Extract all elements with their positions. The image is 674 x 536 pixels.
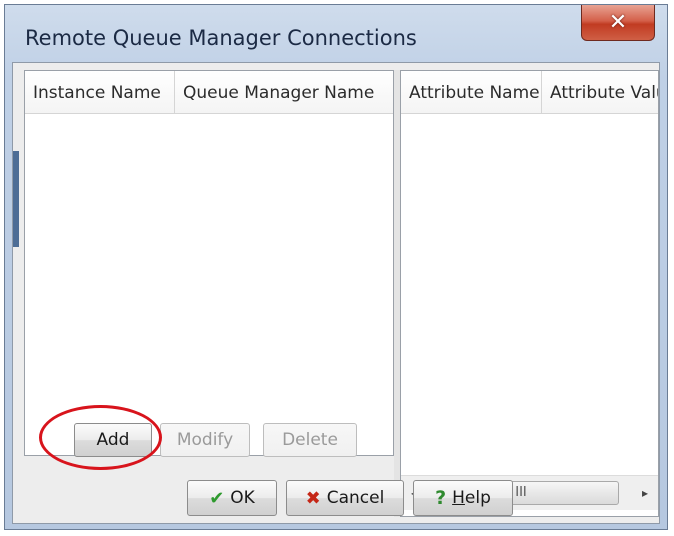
column-header-instance-name[interactable]: Instance Name (25, 71, 175, 113)
close-button[interactable]: ✕ (581, 5, 655, 41)
connections-table-header: Instance Name Queue Manager Name (25, 71, 393, 114)
modify-button[interactable]: Modify (160, 423, 250, 457)
column-header-queue-manager-name[interactable]: Queue Manager Name (175, 71, 393, 113)
delete-button[interactable]: Delete (263, 423, 357, 457)
check-icon: ✔ (209, 487, 225, 509)
scroll-right-icon[interactable]: ▸ (636, 484, 654, 502)
attributes-table-header: Attribute Name Attribute Valu (401, 71, 658, 114)
window-title: Remote Queue Manager Connections (25, 26, 417, 50)
help-button[interactable]: ? Help (413, 480, 513, 516)
connections-table[interactable]: Instance Name Queue Manager Name (24, 70, 394, 456)
dialog-content: Instance Name Queue Manager Name Attribu… (12, 62, 660, 524)
add-button[interactable]: Add (74, 423, 152, 457)
close-icon: ✕ (608, 10, 628, 35)
cancel-label: Cancel (326, 488, 385, 508)
help-label: Help (452, 488, 491, 508)
column-header-attribute-value[interactable]: Attribute Valu (542, 71, 658, 113)
side-accent (13, 151, 19, 247)
attributes-table[interactable]: Attribute Name Attribute Valu ◂ III ▸ (400, 70, 659, 517)
column-header-attribute-name[interactable]: Attribute Name (401, 71, 542, 113)
question-icon: ? (435, 487, 447, 509)
ok-label: OK (230, 488, 255, 508)
dialog-window: Remote Queue Manager Connections ✕ Insta… (4, 4, 668, 530)
title-bar[interactable]: Remote Queue Manager Connections ✕ (5, 5, 667, 63)
x-icon: ✖ (305, 487, 321, 509)
cancel-button[interactable]: ✖ Cancel (286, 480, 404, 516)
ok-button[interactable]: ✔ OK (187, 480, 277, 516)
